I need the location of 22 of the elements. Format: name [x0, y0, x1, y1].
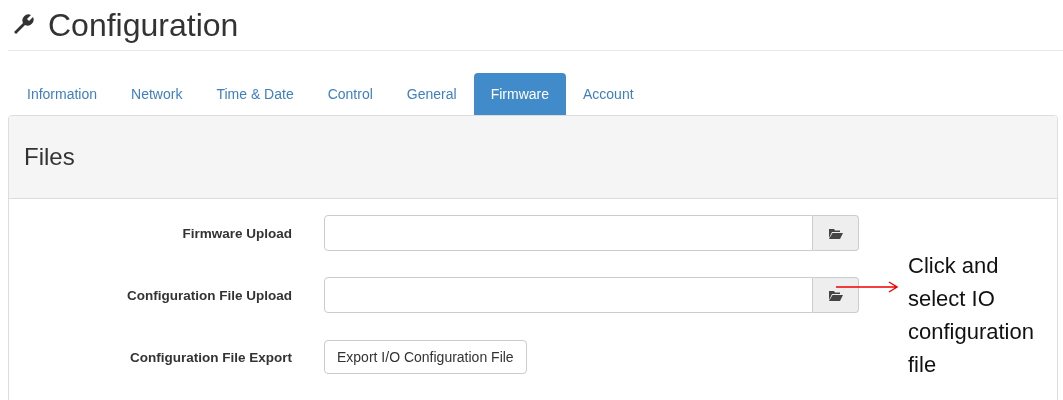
annotation-text: Click and select IO configuration file	[908, 252, 1035, 379]
page-title: Configuration	[48, 6, 239, 45]
folder-icon	[828, 289, 843, 301]
field-label: Configuration File Upload	[126, 287, 292, 303]
tab[interactable]: Account	[566, 73, 651, 115]
panel-heading: Files	[24, 143, 75, 171]
tab[interactable]: Network	[114, 73, 200, 115]
tab[interactable]: Firmware	[473, 73, 566, 115]
tab[interactable]: Time & Date	[199, 73, 311, 115]
tab[interactable]: General	[389, 73, 474, 115]
wrench-icon	[12, 14, 34, 36]
browse-button[interactable]	[813, 277, 859, 313]
browse-button[interactable]	[813, 215, 859, 251]
file-path-field[interactable]	[324, 215, 813, 251]
field-label: Firmware Upload	[181, 225, 292, 241]
field-label: Configuration File Export	[129, 349, 292, 365]
export-button[interactable]: Export I/O Configuration File	[324, 340, 527, 374]
tab[interactable]: Control	[310, 73, 390, 115]
arrow	[836, 281, 898, 293]
file-path-field[interactable]	[324, 277, 813, 313]
folder-icon	[828, 227, 843, 239]
tab[interactable]: Information	[10, 73, 115, 115]
